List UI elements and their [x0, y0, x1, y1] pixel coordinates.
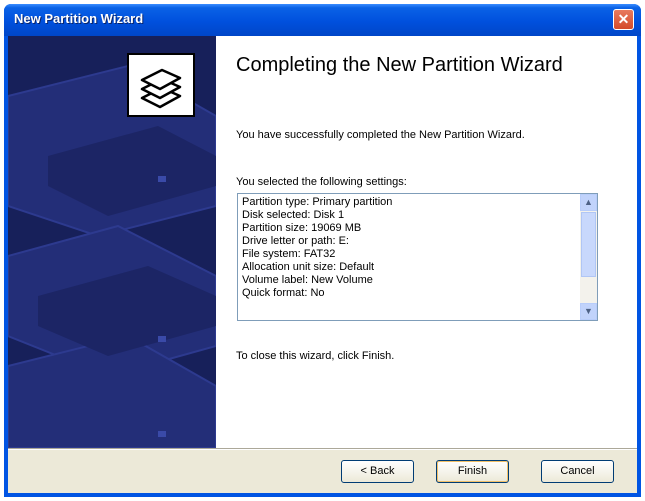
page-heading: Completing the New Partition Wizard [236, 54, 563, 76]
window-title: New Partition Wizard [14, 11, 144, 26]
setting-item: Partition size: 19069 MB [242, 222, 362, 234]
completed-message: You have successfully completed the New … [236, 129, 525, 141]
close-instruction: To close this wizard, click Finish. [236, 350, 395, 362]
title-bar[interactable]: New Partition Wizard ✕ [4, 4, 641, 36]
arrow-up-icon[interactable]: ▲ [580, 194, 597, 211]
arrow-down-icon[interactable]: ▼ [580, 303, 597, 320]
vertical-scrollbar[interactable]: ▲ ▼ [580, 194, 597, 320]
setting-item: Volume label: New Volume [242, 274, 373, 286]
cancel-button[interactable]: Cancel [541, 460, 614, 483]
setting-item: Partition type: Primary partition [242, 196, 393, 208]
setting-item: Allocation unit size: Default [242, 261, 375, 273]
wizard-icon [127, 53, 195, 117]
finish-button[interactable]: Finish [436, 460, 509, 483]
settings-list[interactable]: Partition type: Primary partition Disk s… [237, 193, 598, 321]
setting-item: Disk selected: Disk 1 [242, 209, 345, 221]
setting-item: Drive letter or path: E: [242, 235, 349, 247]
scrollbar-thumb[interactable] [581, 212, 596, 277]
disk-illustration [8, 53, 216, 448]
content-panel: Completing the New Partition Wizard You … [216, 36, 637, 448]
wizard-body: Completing the New Partition Wizard You … [8, 36, 637, 493]
close-button[interactable]: ✕ [613, 9, 634, 30]
side-panel [8, 36, 216, 448]
settings-label: You selected the following settings: [236, 176, 407, 188]
back-button[interactable]: < Back [341, 460, 414, 483]
setting-item: Quick format: No [242, 287, 325, 299]
divider [8, 448, 637, 450]
setting-item: File system: FAT32 [242, 248, 336, 260]
wizard-window: New Partition Wizard ✕ Completing the Ne… [4, 4, 641, 497]
